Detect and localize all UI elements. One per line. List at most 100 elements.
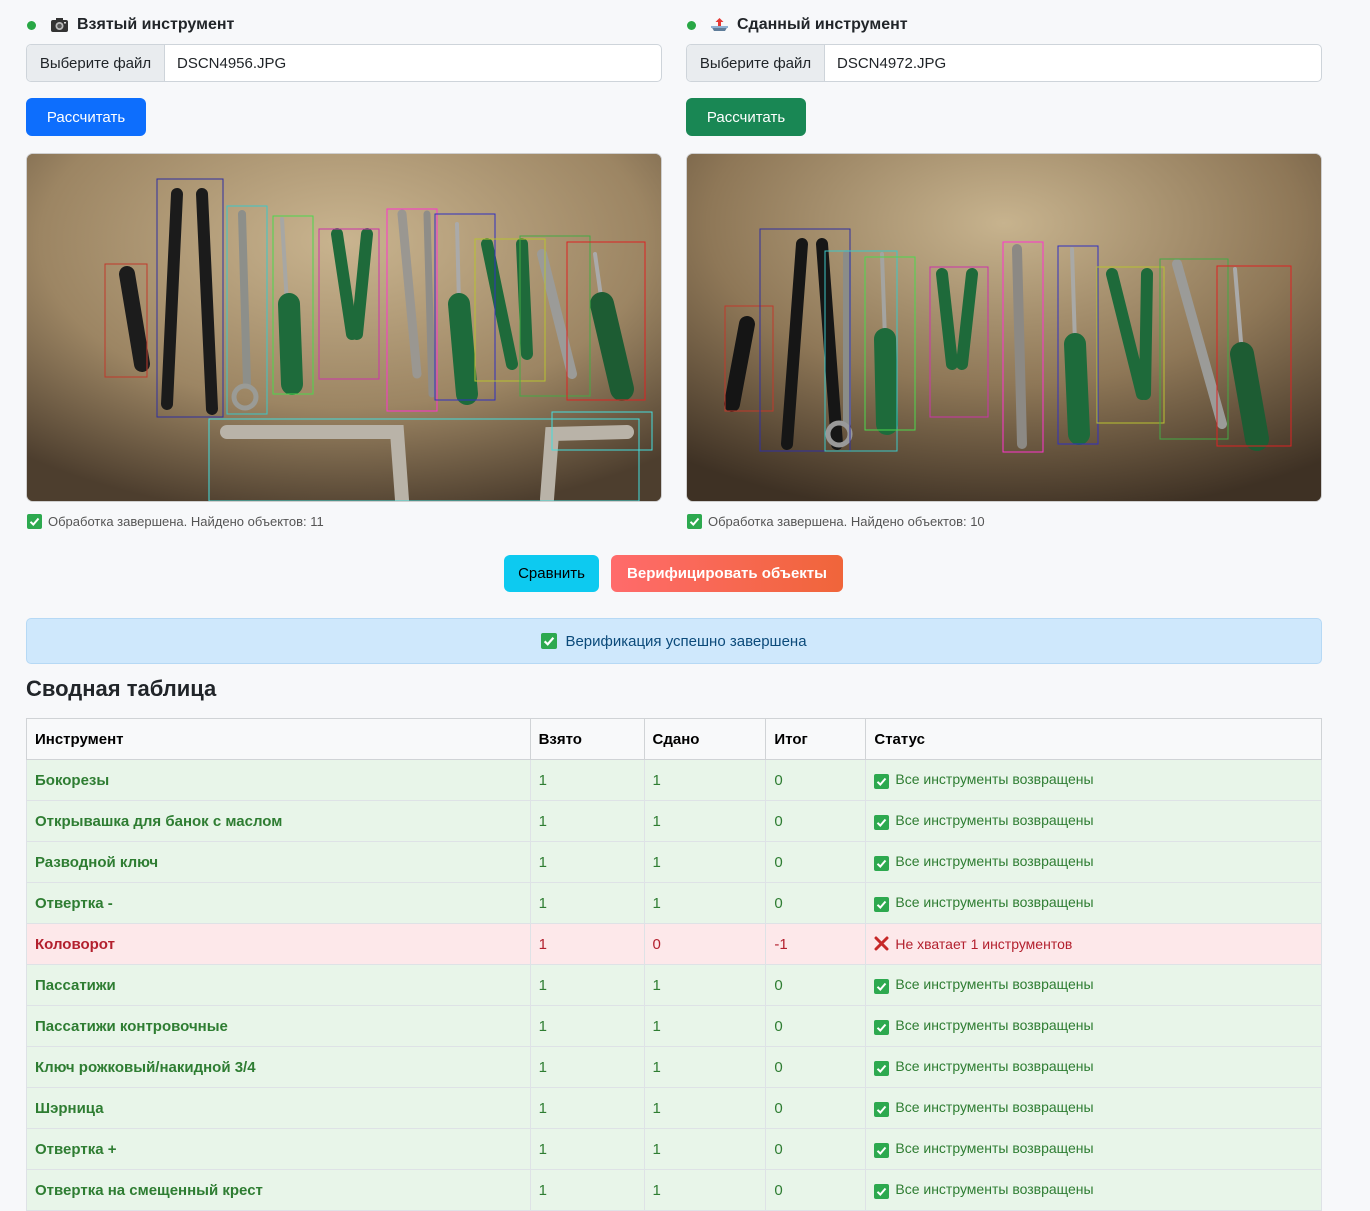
total-cell: 0 [765,759,867,801]
table-row: Пассатижи 1 1 0 Все инструменты возвращены [26,964,1322,1006]
table-row: Отвертка на смещенный крест 1 1 0 Все инстру… [26,1169,1322,1211]
returned-count-cell: 1 [643,1128,767,1170]
compare-button[interactable]: Сравнить [504,555,599,592]
table-row: Отвертка +1 1 0 Все инструменты возвращены [26,1128,1322,1170]
status-text: Все инструменты возвращены [895,894,1094,910]
taken-count-cell: 1 [529,800,645,842]
taken-count-cell: 1 [529,964,645,1006]
summary-table: Инструмент Взято Сдано Итог Статус Бокор… [26,718,1322,1211]
returned-calculate-button[interactable]: Рассчитать [686,98,806,136]
total-cell: 0 [765,1128,867,1170]
returned-count-cell: 1 [643,800,767,842]
returned-count-cell: 1 [643,1087,767,1129]
table-row: Бокорезы 1 1 0 Все инструменты возвращены [26,759,1322,801]
returned-count-cell: 1 [643,841,767,883]
table-row: Коловорот 1 0 -1 Не хватает 1 инструментов [26,923,1322,965]
taken-status: Обработка завершена. Найдено объектов: 1… [27,513,324,529]
check-icon [874,1020,890,1035]
status-cell: Все инструменты возвращены [865,759,1322,801]
taken-photo [26,153,662,502]
column-header-tool: Инструмент [26,718,531,760]
status-dot [687,20,696,30]
returned-title: Сданный инструмент [737,16,908,33]
tool-name-cell: Открывашка для банок с маслом [26,800,531,842]
status-text: Все инструменты возвращены [895,1181,1094,1197]
returned-count-cell: 1 [643,759,767,801]
returned-count-cell: 0 [643,923,767,965]
column-header-taken: Взято [529,718,645,760]
taken-calculate-button[interactable]: Рассчитать [26,98,146,136]
status-text: Все инструменты возвращены [895,1099,1094,1115]
status-text: Все инструменты возвращены [895,771,1094,787]
total-cell: 0 [765,1087,867,1129]
total-cell: 0 [765,1046,867,1088]
status-cell: Все инструменты возвращены [865,882,1322,924]
status-text: Все инструменты возвращены [895,1140,1094,1156]
check-icon [874,856,890,871]
check-icon [687,513,702,529]
taken-count-cell: 1 [529,1128,645,1170]
column-header-total: Итог [765,718,867,760]
check-icon [874,897,890,912]
total-cell: 0 [765,841,867,883]
returned-file-input[interactable]: Выберите файл DSCN4972.JPG [686,44,1322,82]
status-text: Все инструменты возвращены [895,853,1094,869]
returned-status: Обработка завершена. Найдено объектов: 1… [687,513,985,529]
tool-name-cell: Отвертка на смещенный крест [26,1169,531,1211]
column-header-status: Статус [865,718,1322,760]
tool-name-cell: Шэрница [26,1087,531,1129]
summary-title: Сводная таблица [26,676,217,701]
status-cell: Все инструменты возвращены [865,1046,1322,1088]
status-text: Все инструменты возвращены [895,1058,1094,1074]
table-row: Разводной ключ 1 1 0 Все инструменты возвращ… [26,841,1322,883]
returned-status-text: Обработка завершена. Найдено объектов: 1… [708,513,985,529]
table-row: Пассатижи контровочные 1 1 0 Все инструменты… [26,1005,1322,1047]
check-icon [541,633,558,649]
taken-file-input[interactable]: Выберите файл DSCN4956.JPG [26,44,662,82]
tool-name-cell: Разводной ключ [26,841,531,883]
status-cell: Все инструменты возвращены [865,1128,1322,1170]
status-cell: Все инструменты возвращены [865,800,1322,842]
taken-status-text: Обработка завершена. Найдено объектов: 1… [48,513,324,529]
status-text: Все инструменты возвращены [895,1017,1094,1033]
taken-count-cell: 1 [529,1087,645,1129]
check-icon [874,1061,890,1076]
check-icon [874,979,890,994]
returned-count-cell: 1 [643,882,767,924]
status-cell: Все инструменты возвращены [865,1005,1322,1047]
taken-count-cell: 1 [529,759,645,801]
status-text: Не хватает 1 инструментов [895,936,1073,952]
returned-file-name: DSCN4972.JPG [837,54,947,72]
tool-name-cell: Коловорот [26,923,531,965]
taken-header: Взятый инструмент [26,14,234,36]
tool-name-cell: Ключ рожковый/накидной 3/4 [26,1046,531,1088]
summary-header-row: Инструмент Взято Сдано Итог Статус [26,718,1322,760]
taken-count-cell: 1 [529,1005,645,1047]
taken-count-cell: 1 [529,841,645,883]
status-cell: Не хватает 1 инструментов [865,923,1322,965]
column-header-returned: Сдано [643,718,767,760]
status-cell: Все инструменты возвращены [865,1087,1322,1129]
taken-title: Взятый инструмент [77,16,235,33]
check-icon [27,513,42,529]
status-dot [27,20,36,30]
verify-objects-button[interactable]: Верифицировать объекты [611,555,843,592]
returned-count-cell: 1 [643,1005,767,1047]
verification-alert: Верификация успешно завершена [26,618,1322,664]
tool-name-cell: Отвертка + [26,1128,531,1170]
taken-choose-file-button[interactable]: Выберите файл [27,45,165,81]
table-row: Отвертка -1 1 0 Все инструменты возвращены [26,882,1322,924]
taken-count-cell: 1 [529,1046,645,1088]
returned-header: Сданный инструмент [686,14,908,36]
tool-name-cell: Пассатижи контровочные [26,1005,531,1047]
taken-count-cell: 1 [529,882,645,924]
returned-choose-file-button[interactable]: Выберите файл [687,45,825,81]
table-row: Ключ рожковый/накидной 3/4 1 1 0 Все инструм… [26,1046,1322,1088]
total-cell: 0 [765,964,867,1006]
table-row: Шэрница 1 1 0 Все инструменты возвращены [26,1087,1322,1129]
outbox-tray-icon [710,17,729,33]
check-icon [874,774,890,789]
total-cell: 0 [765,1169,867,1211]
total-cell: -1 [765,923,867,965]
taken-count-cell: 1 [529,1169,645,1211]
